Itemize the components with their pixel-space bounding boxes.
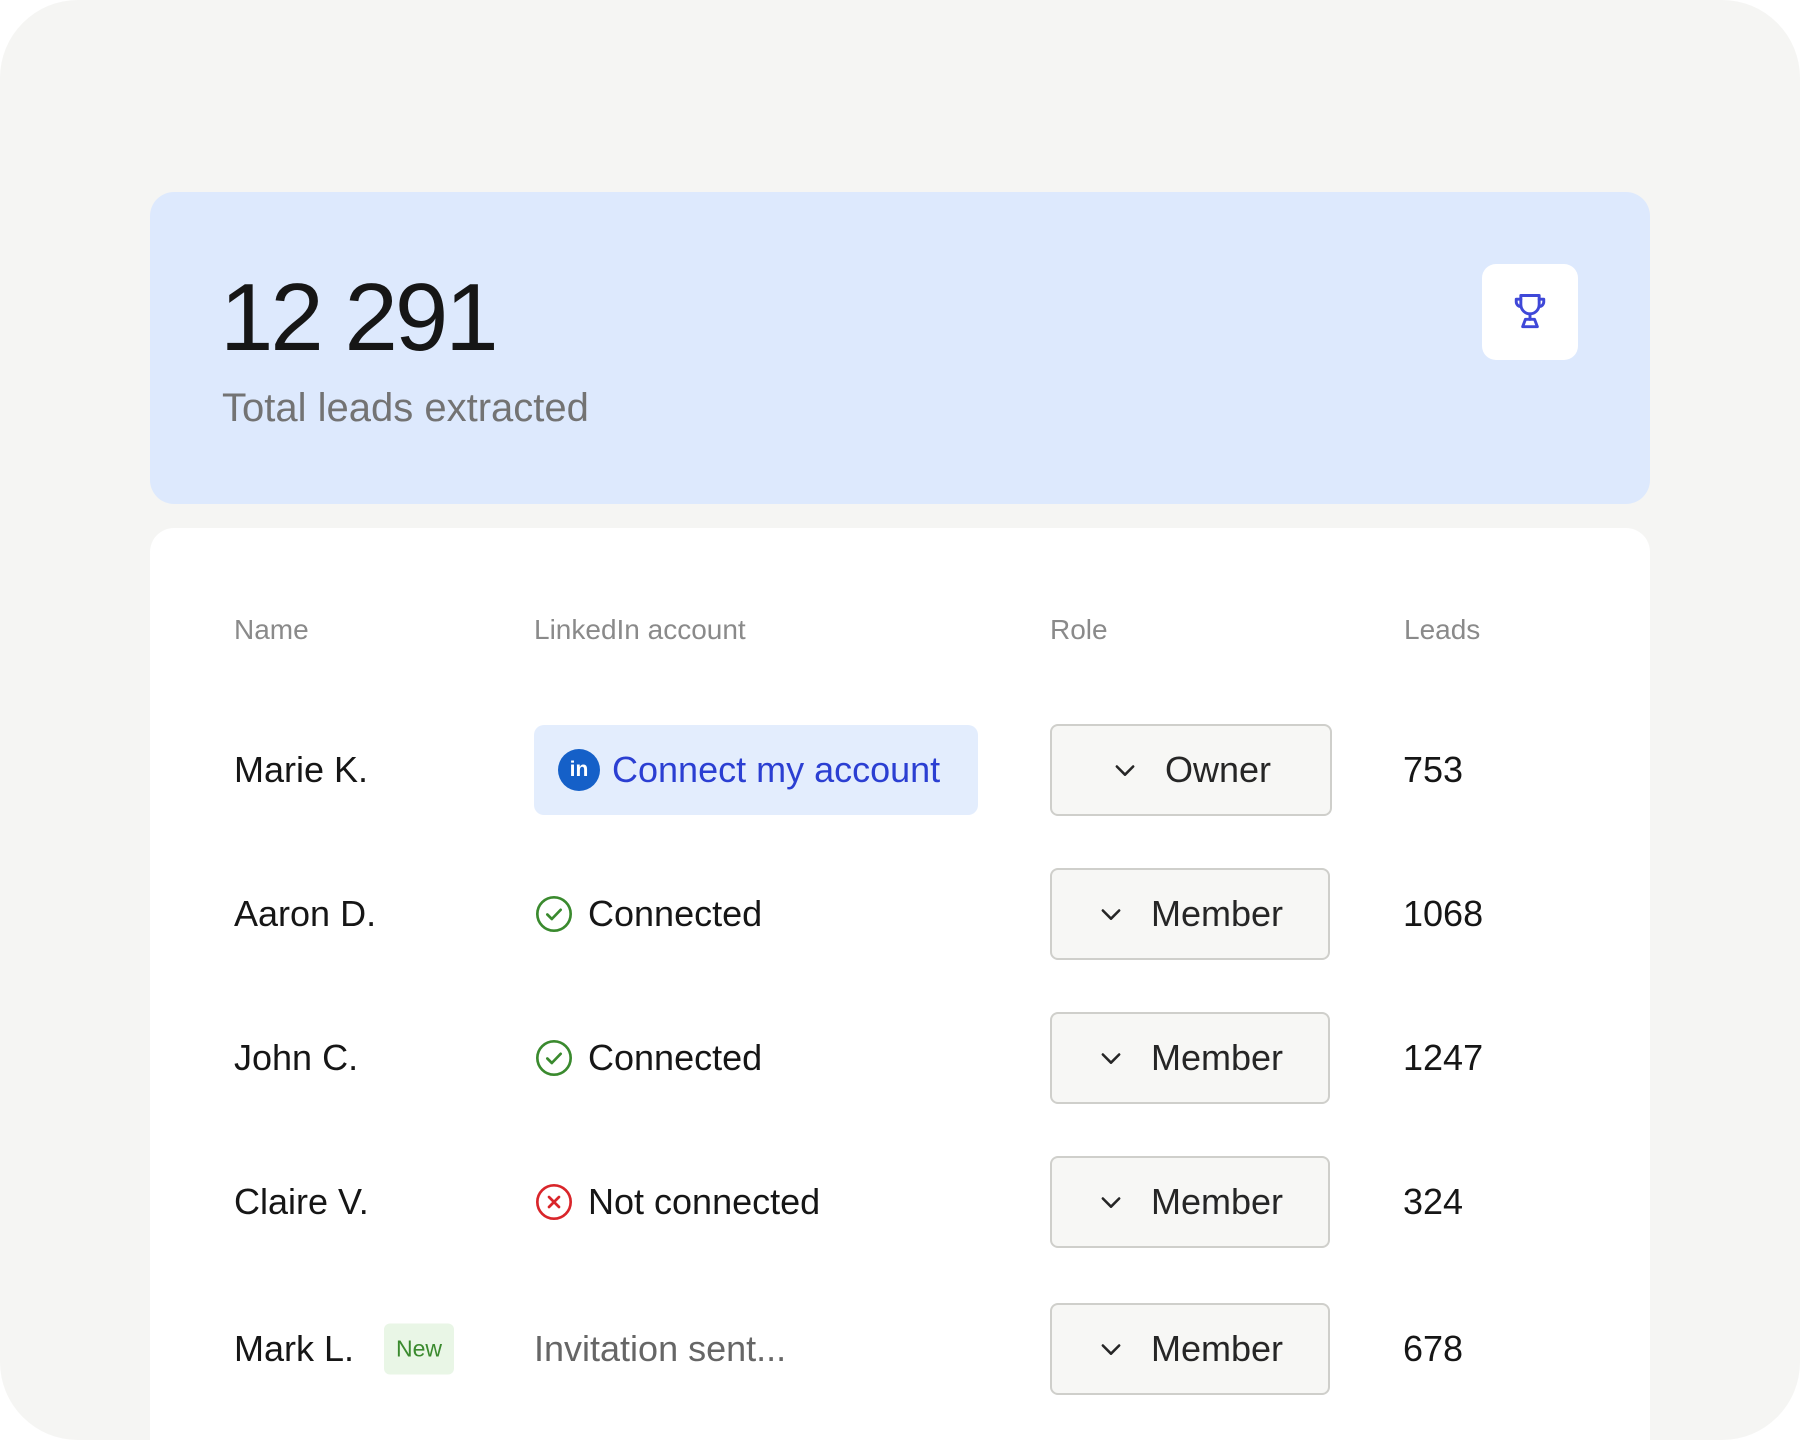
chevron-down-icon bbox=[1115, 765, 1135, 776]
role-value: Member bbox=[1150, 1181, 1284, 1222]
linkedin-status-label: Invitation sent... bbox=[534, 1328, 787, 1369]
table-row: Mark L. New Invitation sent... Member 67… bbox=[150, 1301, 1650, 1397]
role-dropdown[interactable]: Owner bbox=[1050, 724, 1332, 816]
linkedin-icon: in bbox=[558, 749, 600, 791]
role-dropdown[interactable]: Member bbox=[1050, 868, 1330, 960]
total-leads-card: 12 291 Total leads extracted bbox=[150, 192, 1650, 504]
leads-count: 1247 bbox=[1403, 1037, 1484, 1078]
header-name: Name bbox=[234, 614, 309, 645]
chevron-down-icon bbox=[1101, 1344, 1121, 1355]
role-value: Member bbox=[1150, 1328, 1284, 1369]
team-table: Name LinkedIn account Role Leads Marie K… bbox=[150, 528, 1650, 1440]
leads-count: 1068 bbox=[1403, 893, 1484, 934]
linkedin-status-label: Connected bbox=[588, 893, 763, 934]
role-value: Owner bbox=[1164, 749, 1272, 790]
trophy-icon bbox=[1514, 294, 1546, 329]
role-dropdown[interactable]: Member bbox=[1050, 1156, 1330, 1248]
linkedin-status-label: Connected bbox=[588, 1037, 763, 1078]
check-circle-icon bbox=[536, 1040, 572, 1076]
header-linkedin-account: LinkedIn account bbox=[534, 614, 746, 645]
table-row: Claire V. Not connected Member 324 bbox=[150, 1154, 1650, 1250]
error-circle-icon bbox=[536, 1184, 572, 1220]
table-row: John C. Connected Member 1247 bbox=[150, 1010, 1650, 1106]
linkedin-status: Connected bbox=[534, 894, 762, 934]
connect-linkedin-label: Connect my account bbox=[612, 749, 941, 790]
chevron-down-icon bbox=[1101, 1197, 1121, 1208]
connect-linkedin-button[interactable]: in Connect my account bbox=[534, 725, 978, 815]
table-row: Marie K. in Connect my account Owner 753 bbox=[150, 722, 1650, 818]
leads-count: 678 bbox=[1403, 1328, 1464, 1369]
total-leads-value: 12 291 bbox=[220, 264, 499, 371]
member-name: Claire V. bbox=[234, 1181, 369, 1222]
header-role: Role bbox=[1050, 614, 1108, 645]
member-name: Aaron D. bbox=[234, 893, 377, 934]
member-name: Mark L. bbox=[234, 1328, 355, 1369]
role-dropdown[interactable]: Member bbox=[1050, 1012, 1330, 1104]
app-frame: 12 291 Total leads extracted Name Linked… bbox=[0, 0, 1800, 1440]
leads-count: 324 bbox=[1403, 1181, 1464, 1222]
total-leads-label: Total leads extracted bbox=[222, 386, 589, 430]
table-row: Aaron D. Connected Member 1068 bbox=[150, 866, 1650, 962]
member-name: Marie K. bbox=[234, 749, 369, 790]
role-value: Member bbox=[1150, 1037, 1284, 1078]
chevron-down-icon bbox=[1101, 1053, 1121, 1064]
linkedin-status-label: Not connected bbox=[588, 1181, 821, 1222]
leads-count: 753 bbox=[1403, 749, 1464, 790]
trophy-button[interactable] bbox=[1482, 264, 1578, 360]
chevron-down-icon bbox=[1101, 909, 1121, 920]
check-circle-icon bbox=[536, 896, 572, 932]
role-dropdown[interactable]: Member bbox=[1050, 1303, 1330, 1395]
header-leads: Leads bbox=[1404, 614, 1481, 645]
member-name: John C. bbox=[234, 1037, 359, 1078]
linkedin-status: Connected bbox=[534, 1038, 762, 1078]
new-badge: New bbox=[384, 1323, 455, 1375]
linkedin-status: Not connected bbox=[534, 1182, 820, 1222]
role-value: Member bbox=[1150, 893, 1284, 934]
